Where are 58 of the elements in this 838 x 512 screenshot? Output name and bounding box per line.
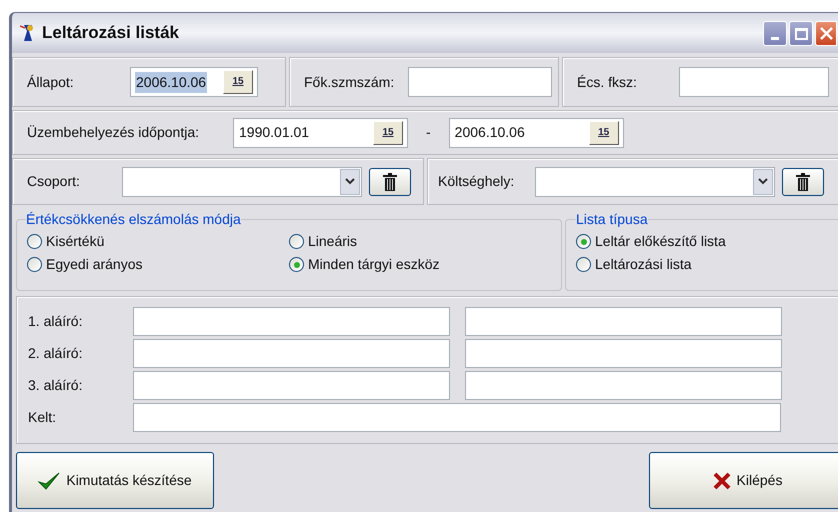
range-separator: - [426,123,431,142]
radio-option[interactable]: Minden tárgyi eszköz [289,253,551,276]
text-field[interactable] [133,339,450,368]
radio-button[interactable] [27,234,42,249]
field-label: Csoport: [27,172,81,191]
field-label: Écs. fksz: [577,72,638,92]
window-title: Leltározási listák [42,22,180,44]
maximize-button[interactable] [789,21,813,46]
chevron-down-icon[interactable] [340,168,360,194]
field-label: Állapot: [27,72,75,92]
submit-button[interactable]: Kimutatás készítése [16,452,214,509]
delete-button[interactable] [782,168,824,196]
text-field[interactable] [465,371,782,400]
group-title: Lista típusa [576,210,648,229]
field-label: Fők.szmszám: [304,72,396,92]
field-label: 2. aláíró: [28,344,84,363]
field-label: Üzembehelyezés időpontja: [27,123,200,142]
field-label: Költséghely: [438,172,516,191]
trash-icon [796,172,810,190]
date-field[interactable]: 1990.01.01 15 [233,118,408,148]
exit-button[interactable]: Kilépés [649,452,838,509]
group-title: Értékcsökkenés elszámolás módja [26,210,241,229]
radio-option[interactable]: Leltár előkészítő lista [576,230,838,253]
radio-button[interactable] [289,257,304,272]
minimize-button[interactable] [763,21,787,46]
field-label: 3. aláíró: [28,376,84,395]
field-label: 1. aláíró: [28,312,84,331]
calendar-button[interactable]: 15 [373,120,403,144]
date-field[interactable]: 2006.10.06 15 [448,118,624,148]
text-field[interactable] [465,307,782,336]
radio-option[interactable]: Egyedi arányos [27,253,289,276]
text-field[interactable] [133,403,781,432]
checkmark-icon [38,470,60,490]
radio-option[interactable]: Kisértékü [27,230,289,253]
radio-option[interactable]: Leltározási lista [576,253,838,276]
close-button[interactable] [815,21,837,46]
field-label: Kelt: [28,408,58,427]
text-field[interactable] [133,307,450,336]
calendar-button[interactable]: 15 [588,120,619,144]
radio-button[interactable] [289,234,304,249]
dropdown-field[interactable] [122,166,362,196]
app-icon [20,23,36,43]
dropdown-field[interactable] [535,166,775,196]
radio-button[interactable] [27,257,42,272]
radio-option[interactable]: Lineáris [289,230,551,253]
date-field[interactable]: 2006.10.06 15 [130,67,258,97]
chevron-down-icon[interactable] [753,168,773,194]
x-icon [712,472,731,490]
calendar-button[interactable]: 15 [223,70,253,94]
text-field[interactable] [133,371,450,400]
trash-icon [383,172,397,190]
radio-button[interactable] [576,257,591,272]
text-field[interactable] [679,67,829,97]
text-field[interactable] [465,339,782,368]
delete-button[interactable] [369,168,411,196]
text-field[interactable] [408,67,552,97]
close-icon [819,26,834,41]
radio-button[interactable] [576,234,591,249]
